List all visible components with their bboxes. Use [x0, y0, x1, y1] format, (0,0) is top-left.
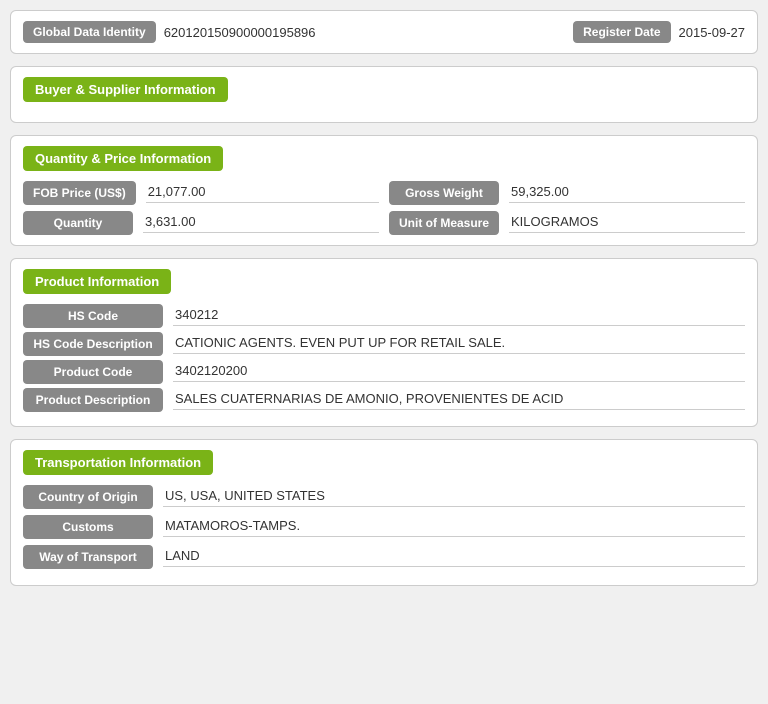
- origin-row: Country of Origin US, USA, UNITED STATES: [23, 485, 745, 509]
- quantity-label: Quantity: [23, 211, 133, 235]
- prod-code-row: Product Code 3402120200: [23, 360, 745, 384]
- top-identity-card: Global Data Identity 6201201509000001958…: [10, 10, 758, 54]
- prod-desc-value: SALES CUATERNARIAS DE AMONIO, PROVENIENT…: [173, 391, 745, 410]
- register-group: Register Date 2015-09-27: [573, 21, 745, 43]
- origin-value: US, USA, UNITED STATES: [163, 488, 745, 507]
- gross-weight-row: Gross Weight 59,325.00: [389, 181, 745, 205]
- gdi-value: 620120150900000195896: [164, 25, 316, 40]
- buyer-supplier-header: Buyer & Supplier Information: [23, 77, 228, 102]
- product-header: Product Information: [23, 269, 171, 294]
- hs-desc-value: CATIONIC AGENTS. EVEN PUT UP FOR RETAIL …: [173, 335, 745, 354]
- quantity-price-grid: FOB Price (US$) 21,077.00 Gross Weight 5…: [23, 181, 745, 235]
- transport-row: Way of Transport LAND: [23, 545, 745, 569]
- gdi-group: Global Data Identity 6201201509000001958…: [23, 21, 316, 43]
- quantity-price-card: Quantity & Price Information FOB Price (…: [10, 135, 758, 246]
- hs-code-value: 340212: [173, 307, 745, 326]
- hs-code-label: HS Code: [23, 304, 163, 328]
- fob-value: 21,077.00: [146, 184, 379, 203]
- fob-row: FOB Price (US$) 21,077.00: [23, 181, 379, 205]
- origin-label: Country of Origin: [23, 485, 153, 509]
- quantity-price-header: Quantity & Price Information: [23, 146, 223, 171]
- register-value: 2015-09-27: [679, 25, 746, 40]
- product-card: Product Information HS Code 340212 HS Co…: [10, 258, 758, 427]
- customs-label: Customs: [23, 515, 153, 539]
- buyer-supplier-card: Buyer & Supplier Information: [10, 66, 758, 123]
- prod-desc-label: Product Description: [23, 388, 163, 412]
- quantity-value: 3,631.00: [143, 214, 379, 233]
- quantity-row: Quantity 3,631.00: [23, 211, 379, 235]
- prod-code-label: Product Code: [23, 360, 163, 384]
- prod-desc-row: Product Description SALES CUATERNARIAS D…: [23, 388, 745, 412]
- uom-value: KILOGRAMOS: [509, 214, 745, 233]
- gdi-label: Global Data Identity: [23, 21, 156, 43]
- transportation-card: Transportation Information Country of Or…: [10, 439, 758, 586]
- register-label: Register Date: [573, 21, 670, 43]
- prod-code-value: 3402120200: [173, 363, 745, 382]
- transport-label: Way of Transport: [23, 545, 153, 569]
- gross-weight-value: 59,325.00: [509, 184, 745, 203]
- hs-code-row: HS Code 340212: [23, 304, 745, 328]
- uom-row: Unit of Measure KILOGRAMOS: [389, 211, 745, 235]
- uom-label: Unit of Measure: [389, 211, 499, 235]
- hs-desc-label: HS Code Description: [23, 332, 163, 356]
- gross-weight-label: Gross Weight: [389, 181, 499, 205]
- hs-desc-row: HS Code Description CATIONIC AGENTS. EVE…: [23, 332, 745, 356]
- fob-label: FOB Price (US$): [23, 181, 136, 205]
- customs-value: MATAMOROS-TAMPS.: [163, 518, 745, 537]
- customs-row: Customs MATAMOROS-TAMPS.: [23, 515, 745, 539]
- transportation-header: Transportation Information: [23, 450, 213, 475]
- transport-value: LAND: [163, 548, 745, 567]
